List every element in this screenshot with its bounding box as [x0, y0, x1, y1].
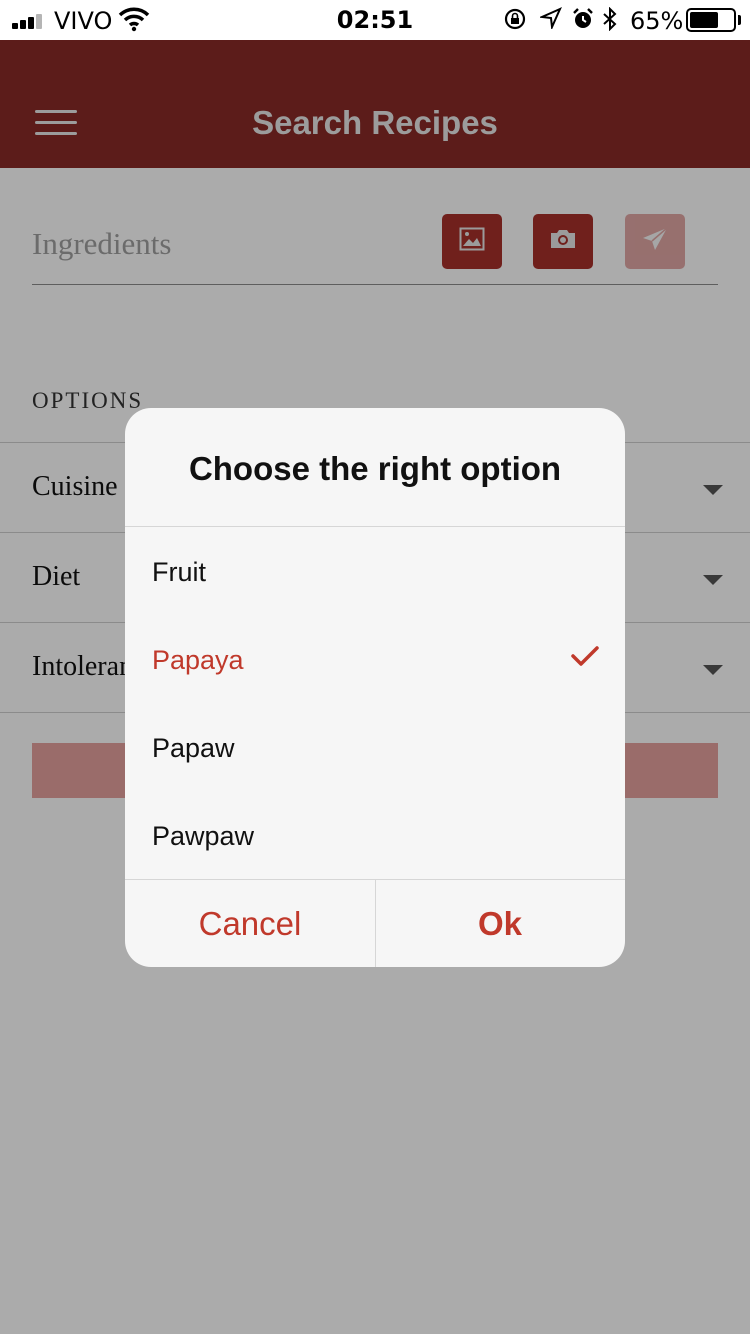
checkmark-icon [571, 645, 599, 672]
dialog-option-label: Papaya [152, 645, 244, 675]
battery-cap [738, 15, 741, 25]
option-picker-dialog: Choose the right option Fruit Papaya Pap… [125, 408, 625, 967]
orientation-lock-icon [503, 7, 527, 37]
alarm-icon [571, 7, 595, 37]
status-bar: VIVO 02:51 65% [0, 0, 750, 40]
dialog-option-papaya[interactable]: Papaya [125, 615, 625, 703]
dialog-option-fruit[interactable]: Fruit [125, 527, 625, 615]
battery-percent: 65% [630, 7, 684, 35]
battery-icon [686, 8, 736, 32]
cancel-button[interactable]: Cancel [125, 880, 375, 967]
dialog-option-label: Fruit [152, 557, 206, 587]
dialog-option-label: Papaw [152, 733, 235, 763]
dialog-option-papaw[interactable]: Papaw [125, 703, 625, 791]
bluetooth-icon [602, 6, 618, 37]
ok-button[interactable]: Ok [375, 880, 625, 967]
dialog-title: Choose the right option [188, 450, 562, 487]
dialog-option-pawpaw[interactable]: Pawpaw [125, 791, 625, 879]
location-icon [538, 7, 562, 35]
dialog-option-label: Pawpaw [152, 821, 255, 851]
battery-level [690, 12, 718, 28]
